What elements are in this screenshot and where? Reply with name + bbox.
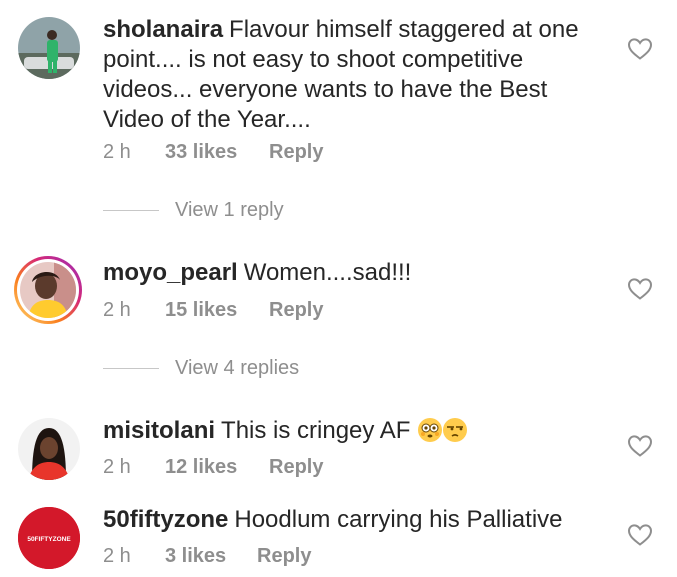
avatar[interactable]: 50FIFTYZONE: [18, 507, 80, 569]
comment-username[interactable]: moyo_pearl: [103, 259, 238, 286]
view-replies-label: View 4 replies: [175, 357, 300, 379]
comment-likes[interactable]: 15 likes: [165, 299, 269, 322]
comment-text: misitolani This is cringey AF: [103, 416, 613, 446]
comment-username[interactable]: misitolani: [103, 417, 215, 444]
comment-meta: 2 h 33 likes Reply: [103, 141, 323, 164]
comment-time: 2 h: [103, 545, 131, 567]
avatar[interactable]: [18, 17, 80, 79]
comment-body: Women....sad!!!: [243, 259, 412, 286]
avatar[interactable]: [18, 418, 80, 480]
comment-time: 2 h: [103, 141, 131, 163]
comment-meta: 2 h 12 likes Reply: [103, 456, 323, 479]
like-heart-icon[interactable]: [627, 434, 653, 458]
unamused-face-emoji: [443, 418, 468, 442]
reply-button[interactable]: Reply: [269, 456, 323, 479]
comment-body: This is cringey AF: [221, 417, 411, 444]
like-heart-icon[interactable]: [627, 523, 653, 547]
reply-button[interactable]: Reply: [269, 299, 323, 322]
comment-likes[interactable]: 3 likes: [165, 545, 257, 568]
view-replies-button[interactable]: View 1 reply: [103, 199, 284, 222]
reply-button[interactable]: Reply: [269, 141, 323, 164]
comment-body: Hoodlum carrying his Palliative: [234, 506, 563, 533]
comment-username[interactable]: 50fiftyzone: [103, 506, 228, 533]
avatar-photo: [18, 418, 80, 480]
comment-likes[interactable]: 12 likes: [165, 456, 269, 479]
comment-username[interactable]: sholanaira: [103, 16, 223, 43]
flushed-face-emoji: [418, 418, 443, 442]
comment-meta: 2 h 15 likes Reply: [103, 299, 323, 322]
divider-line: [103, 368, 159, 370]
like-heart-icon[interactable]: [627, 37, 653, 61]
comment-meta: 2 h 3 likes Reply: [103, 545, 311, 568]
avatar[interactable]: [14, 256, 82, 324]
comment-likes[interactable]: 33 likes: [165, 141, 269, 164]
comment-time: 2 h: [103, 456, 131, 478]
view-replies-label: View 1 reply: [175, 199, 284, 221]
divider-line: [103, 210, 159, 212]
view-replies-button[interactable]: View 4 replies: [103, 357, 299, 380]
like-heart-icon[interactable]: [627, 277, 653, 301]
comment-text: moyo_pearl Women....sad!!!: [103, 258, 613, 288]
avatar-logo: 50FIFTYZONE: [18, 507, 80, 569]
avatar-photo: [18, 17, 80, 79]
comment-time: 2 h: [103, 299, 131, 321]
comment-text: 50fiftyzone Hoodlum carrying his Palliati…: [103, 505, 613, 535]
avatar-photo: [20, 262, 76, 318]
comment-text: sholanaira Flavour himself staggered at o…: [103, 15, 613, 135]
avatar-logo-text: 50FIFTYZONE: [27, 536, 71, 543]
reply-button[interactable]: Reply: [257, 545, 311, 568]
